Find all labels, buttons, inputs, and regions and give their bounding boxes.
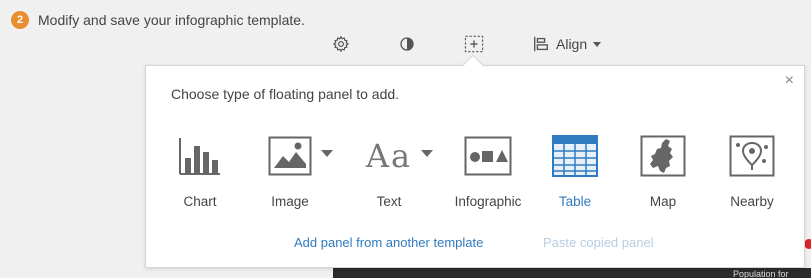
image-dropdown-caret[interactable] bbox=[321, 150, 333, 157]
panel-option-nearby[interactable]: Nearby bbox=[724, 130, 780, 209]
add-floating-panel-popover: × Choose type of floating panel to add. … bbox=[145, 65, 805, 268]
settings-button[interactable] bbox=[330, 33, 352, 55]
chevron-down-icon bbox=[593, 41, 602, 47]
align-icon bbox=[534, 36, 548, 52]
bar-chart-icon bbox=[179, 138, 220, 175]
infographic-icon bbox=[464, 136, 512, 176]
add-panel-icon bbox=[464, 35, 484, 53]
image-icon bbox=[268, 136, 312, 176]
map-icon bbox=[640, 135, 686, 177]
panel-heading: Choose type of floating panel to add. bbox=[171, 86, 400, 102]
panel-option-label: Chart bbox=[183, 194, 217, 209]
text-aa-icon: Aa bbox=[365, 137, 413, 175]
table-icon bbox=[552, 135, 598, 177]
contrast-icon bbox=[400, 37, 414, 51]
panel-option-text[interactable]: Aa Text bbox=[361, 130, 417, 209]
background-map-strip: Population for bbox=[333, 268, 811, 278]
add-panel-button[interactable] bbox=[463, 33, 485, 55]
text-dropdown-caret[interactable] bbox=[421, 150, 433, 157]
panel-option-label: Map bbox=[649, 194, 677, 209]
panel-option-chart[interactable]: Chart bbox=[179, 130, 221, 209]
panel-option-label: Text bbox=[376, 194, 402, 209]
panel-option-label: Table bbox=[558, 194, 592, 209]
background-partial-text: Population for bbox=[733, 269, 789, 278]
nearby-icon bbox=[729, 135, 775, 177]
gear-icon bbox=[332, 35, 350, 53]
add-panel-from-template-link[interactable]: Add panel from another template bbox=[294, 235, 483, 250]
panel-option-table[interactable]: Table bbox=[551, 130, 599, 209]
paste-copied-panel-link: Paste copied panel bbox=[543, 235, 654, 250]
align-dropdown[interactable]: Align bbox=[532, 33, 602, 55]
panel-option-label: Image bbox=[271, 194, 309, 209]
panel-option-label: Nearby bbox=[730, 194, 774, 209]
step-number-badge: 2 bbox=[11, 11, 29, 29]
panel-option-infographic[interactable]: Infographic bbox=[453, 130, 523, 209]
theme-button[interactable] bbox=[396, 33, 418, 55]
align-label: Align bbox=[556, 36, 588, 52]
panel-option-map[interactable]: Map bbox=[640, 130, 686, 209]
background-indicator bbox=[804, 239, 811, 249]
panel-option-label: Infographic bbox=[454, 194, 522, 209]
close-icon[interactable]: × bbox=[785, 73, 794, 89]
panel-option-image[interactable]: Image bbox=[264, 130, 316, 209]
step-title: Modify and save your infographic templat… bbox=[38, 12, 305, 28]
